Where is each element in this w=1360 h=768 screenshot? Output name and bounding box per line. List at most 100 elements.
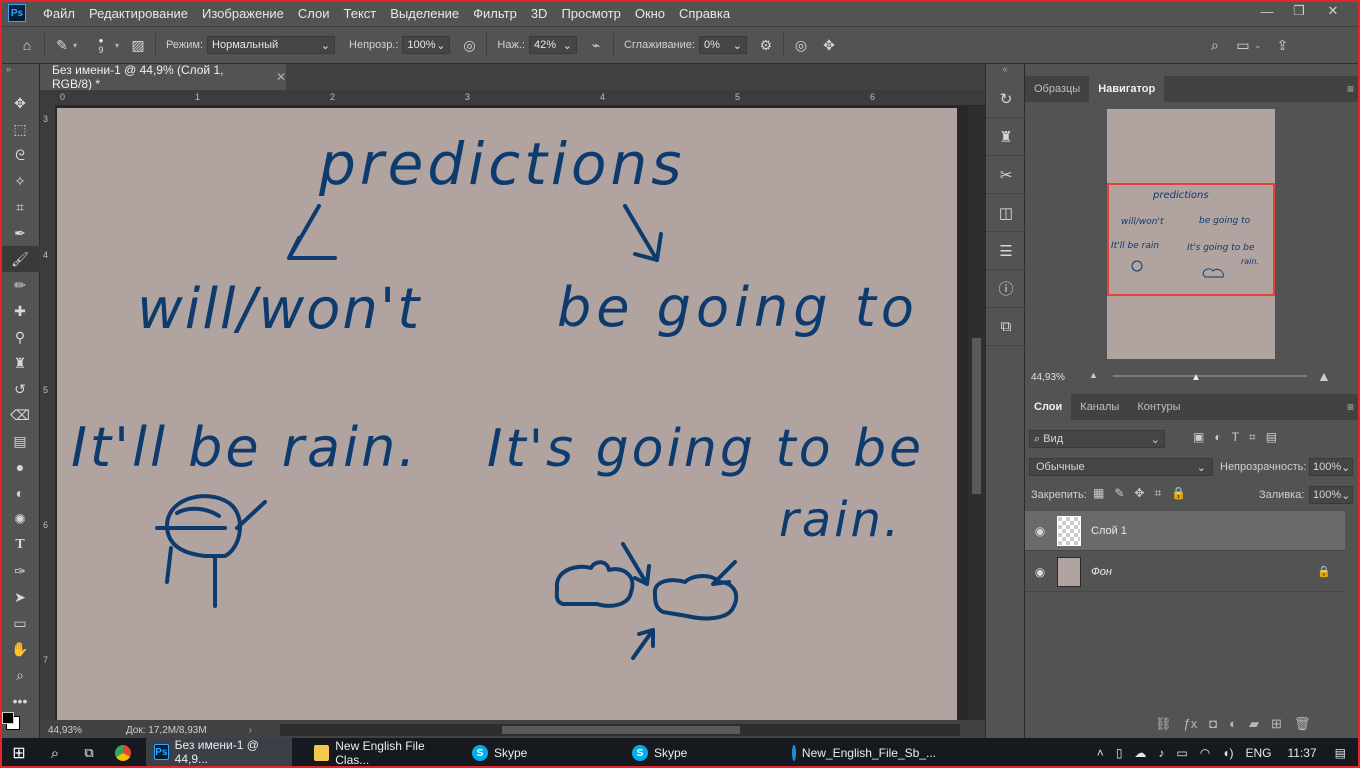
clock[interactable]: 11:37 (1288, 746, 1317, 760)
wifi-icon[interactable]: ◠ (1200, 746, 1210, 760)
zoom-tool-icon[interactable]: ⌕ (0, 662, 40, 688)
taskbar-app-skype-1[interactable]: S Skype (464, 738, 624, 768)
airbrush-icon[interactable]: ⌁ (585, 34, 607, 56)
pressure-opacity-icon[interactable]: ◎ (458, 34, 480, 56)
zoom-out-icon[interactable]: ▲ (1089, 370, 1098, 380)
tools-preset-icon[interactable]: ✂ (986, 156, 1026, 194)
layer-name[interactable]: Фон (1091, 566, 1112, 578)
vertical-scrollbar[interactable] (968, 106, 985, 720)
gradient-tool-icon[interactable]: ▤ (0, 428, 40, 454)
eyedropper-tool-icon[interactable]: ✒ (0, 220, 40, 246)
sponge-tool-icon[interactable]: ✺ (0, 506, 40, 532)
search-icon[interactable]: ⌕ (1204, 34, 1226, 56)
tab-navigator[interactable]: Навигатор (1089, 76, 1165, 102)
microphone-icon[interactable]: ♪ (1158, 746, 1164, 760)
menu-filter[interactable]: Фильтр (466, 6, 524, 21)
vertical-ruler[interactable]: 3 4 5 6 7 (40, 106, 56, 720)
home-icon[interactable]: ⌂ (16, 34, 38, 56)
chevron-down-icon[interactable]: ▾ (115, 41, 119, 50)
type-tool-icon[interactable]: T (0, 532, 40, 558)
fx-icon[interactable]: ƒx (1184, 716, 1198, 732)
minimize-icon[interactable]: — (1250, 0, 1284, 22)
search-icon[interactable]: ⌕ (38, 738, 72, 768)
pencil-tool-icon[interactable]: ✏ (0, 272, 40, 298)
chevron-up-icon[interactable]: ˄ (1097, 746, 1104, 760)
panel-menu-icon[interactable]: ≡ (1347, 82, 1354, 96)
layer-row[interactable]: ◉ Фон 🔒 (1025, 552, 1345, 592)
healing-tool-icon[interactable]: ✚ (0, 298, 40, 324)
zoom-slider-handle[interactable]: ▲ (1191, 372, 1201, 383)
delete-layer-icon[interactable]: 🗑 (1294, 716, 1311, 732)
symmetry-icon[interactable]: ✥ (818, 34, 840, 56)
hand-tool-icon[interactable]: ✋ (0, 636, 40, 662)
lasso-tool-icon[interactable]: ᘓ (0, 142, 40, 168)
mode-select[interactable]: Нормальный ⌄ (207, 36, 336, 54)
status-menu-chevron-icon[interactable]: › (249, 725, 252, 736)
panel-menu-icon[interactable]: ≡ (1347, 400, 1354, 414)
menu-type[interactable]: Текст (337, 6, 384, 21)
lock-all-icon[interactable]: 🔒 (1171, 486, 1186, 501)
smoothing-field[interactable]: 0% ⌄ (698, 36, 747, 54)
tab-channels[interactable]: Каналы (1071, 394, 1128, 420)
rectangle-tool-icon[interactable]: ▭ (0, 610, 40, 636)
foreground-color-swatch[interactable] (2, 712, 14, 724)
mixer-brush-tool-icon[interactable]: ⚲ (0, 324, 40, 350)
menu-file[interactable]: Файл (36, 6, 82, 21)
taskbar-app-edge[interactable]: New_English_File_Sb_... (784, 738, 944, 768)
lock-pixels-icon[interactable]: ✎ (1114, 486, 1124, 501)
layer-row[interactable]: ◉ Слой 1 (1025, 511, 1345, 551)
status-zoom[interactable]: 44,93% (48, 725, 82, 736)
clone-source-icon[interactable]: ♜ (986, 118, 1026, 156)
more-tools-icon[interactable]: ••• (0, 688, 40, 714)
dodge-tool-icon[interactable]: ◐ (0, 480, 40, 506)
brush-tool-icon[interactable]: 🖌 (0, 246, 40, 272)
lock-transparency-icon[interactable]: ▦ (1093, 486, 1104, 501)
pen-tool-icon[interactable]: ✑ (0, 558, 40, 584)
3d-panel-icon[interactable]: ⧉ (986, 308, 1026, 346)
fill-field[interactable]: 100% ⌄ (1309, 486, 1353, 504)
layer-name[interactable]: Слой 1 (1091, 525, 1127, 537)
crop-tool-icon[interactable]: ⌗ (0, 194, 40, 220)
close-tab-icon[interactable]: ✕ (276, 70, 286, 84)
share-icon[interactable]: ⇪ (1272, 34, 1294, 56)
brush-panel-icon[interactable]: ▨ (127, 34, 149, 56)
windows-start-icon[interactable]: ⊞ (0, 738, 38, 768)
eraser-tool-icon[interactable]: ⌫ (0, 402, 40, 428)
smart-object-filter-icon[interactable]: ▤ (1266, 430, 1277, 445)
close-icon[interactable]: ✕ (1316, 0, 1350, 22)
tab-layers[interactable]: Слои (1025, 394, 1072, 420)
brush-preset-icon[interactable]: ✎ (51, 34, 73, 56)
layer-opacity-field[interactable]: 100% ⌄ (1309, 458, 1353, 476)
menu-window[interactable]: Окно (628, 6, 672, 21)
blur-tool-icon[interactable]: ● (0, 454, 40, 480)
display-icon[interactable]: ▭ (1176, 746, 1187, 760)
brush-size-picker[interactable]: ● 9 (87, 36, 115, 55)
type-filter-icon[interactable]: T (1232, 430, 1239, 445)
history-brush-tool-icon[interactable]: ↺ (0, 376, 40, 402)
pixel-filter-icon[interactable]: ▣ (1193, 430, 1204, 445)
tab-swatches[interactable]: Образцы (1025, 76, 1089, 102)
canvas[interactable]: predictions will/won't be going to It'll… (57, 108, 957, 720)
blend-mode-select[interactable]: Обычные ⌄ (1029, 458, 1213, 476)
language-indicator[interactable]: ENG (1246, 746, 1272, 760)
workspace-icon[interactable]: ▭ (1232, 34, 1254, 56)
adjustment-filter-icon[interactable]: ◐ (1214, 430, 1221, 445)
info-icon[interactable]: ⓘ (986, 270, 1026, 308)
adjustments-icon[interactable]: ☰ (986, 232, 1026, 270)
new-group-icon[interactable]: ▰ (1249, 716, 1259, 732)
chevron-down-icon[interactable]: ▾ (73, 41, 77, 50)
copy-panel-icon[interactable]: ◫ (986, 194, 1026, 232)
document-tab[interactable]: Без имени-1 @ 44,9% (Слой 1, RGB/8) * ✕ (40, 63, 286, 91)
chevron-down-icon[interactable]: ⌄ (1254, 40, 1262, 51)
new-layer-icon[interactable]: ⊞ (1271, 716, 1282, 732)
gear-icon[interactable]: ⚙ (755, 34, 777, 56)
path-selection-tool-icon[interactable]: ➤ (0, 584, 40, 610)
move-tool-icon[interactable]: ✥ (0, 90, 40, 116)
menu-select[interactable]: Выделение (383, 6, 466, 21)
eye-icon[interactable]: ◉ (1025, 524, 1055, 538)
chrome-icon[interactable] (106, 738, 146, 768)
volume-icon[interactable]: ◖) (1222, 746, 1233, 760)
menu-image[interactable]: Изображение (195, 6, 291, 21)
horizontal-scrollbar[interactable] (280, 724, 960, 736)
shape-filter-icon[interactable]: ⌗ (1249, 430, 1256, 445)
